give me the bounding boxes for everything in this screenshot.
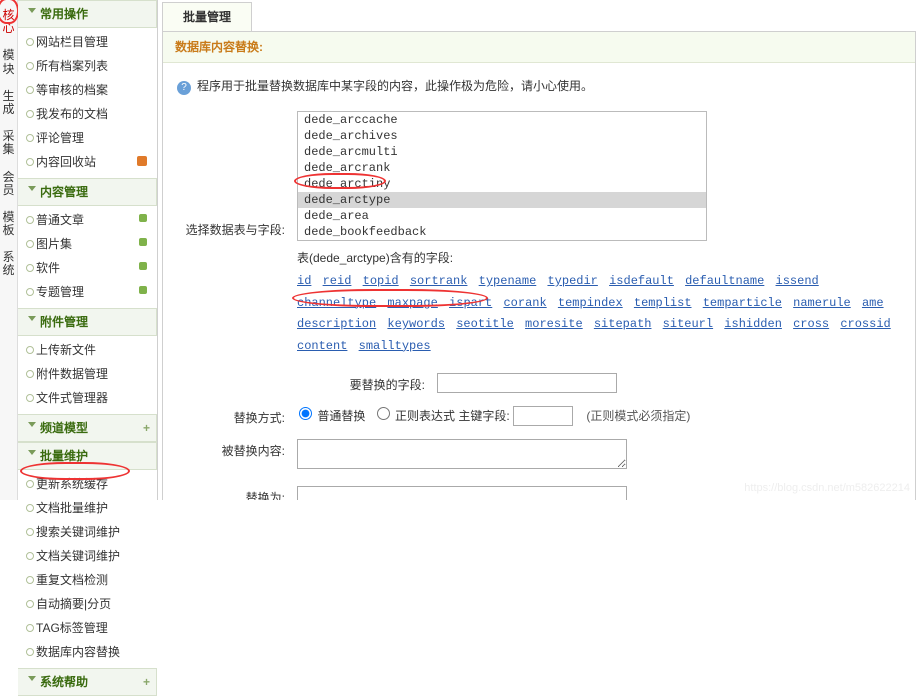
vmenu-generate[interactable]: 生成 [0,83,17,123]
field-link-sitepath[interactable]: sitepath [594,317,652,331]
nav-db-replace[interactable]: 数据库内容替换 [18,640,157,664]
label-from: 被替换内容: [177,439,297,460]
field-link-templist[interactable]: templist [634,296,692,310]
field-link-maxpage[interactable]: maxpage [387,296,437,310]
nav-all-archives[interactable]: 所有档案列表 [18,54,157,78]
nav-column-manage[interactable]: 网站栏目管理 [18,30,157,54]
from-input[interactable] [297,439,627,469]
field-link-keywords[interactable]: keywords [387,317,445,331]
fields-list: id reid topid sortrank typename typedir … [297,267,897,361]
field-link-issend[interactable]: issend [776,274,819,288]
label-table: 选择数据表与字段: [177,111,297,239]
field-link-description[interactable]: description [297,317,376,331]
label-mode: 替换方式: [177,406,297,427]
field-link-topid[interactable]: topid [363,274,399,288]
field-link-channeltype[interactable]: channeltype [297,296,376,310]
nav-topic[interactable]: 专题管理 [18,280,157,304]
panel-title: 数据库内容替换: [163,32,915,63]
field-link-sortrank[interactable]: sortrank [410,274,468,288]
field-link-crossid[interactable]: crossid [840,317,890,331]
fields-title: 表(dede_arctype)含有的字段: [297,241,901,267]
label-to: 替换为: [177,486,297,500]
vmenu-collect[interactable]: 采集 [0,123,17,163]
field-link-defaultname[interactable]: defaultname [685,274,764,288]
main-content: 批量管理 数据库内容替换: 程序用于批量替换数据库中某字段的内容，此操作极为危险… [158,0,920,500]
nav-tag[interactable]: TAG标签管理 [18,616,157,640]
nav-my-docs[interactable]: 我发布的文档 [18,102,157,126]
field-link-corank[interactable]: corank [503,296,546,310]
section-batch[interactable]: 批量维护 [18,442,157,470]
nav-file-manager[interactable]: 文件式管理器 [18,386,157,410]
vmenu-core[interactable]: 核心 [0,2,17,42]
field-link-id[interactable]: id [297,274,311,288]
section-attach[interactable]: 附件管理 [18,308,157,336]
field-link-namerule[interactable]: namerule [793,296,851,310]
field-link-cross[interactable]: cross [793,317,829,331]
mode-normal-label: 普通替换 [317,409,365,423]
watermark: https://blog.csdn.net/m582622214 [744,480,910,497]
field-link-content[interactable]: content [297,339,347,353]
field-link-moresite[interactable]: moresite [525,317,583,331]
table-listbox[interactable]: dede_arccache dede_archives dede_arcmult… [297,111,707,241]
field-link-seotitle[interactable]: seotitle [456,317,514,331]
section-help[interactable]: 系统帮助+ [18,668,157,696]
field-link-reid[interactable]: reid [323,274,352,288]
field-link-siteurl[interactable]: siteurl [663,317,713,331]
nav-auto-summary[interactable]: 自动摘要|分页 [18,592,157,616]
sidebar: 常用操作 网站栏目管理 所有档案列表 等审核的档案 我发布的文档 评论管理 内容… [18,0,158,500]
pk-input[interactable] [513,406,573,426]
nav-search-kw[interactable]: 搜索关键词维护 [18,520,157,544]
section-content[interactable]: 内容管理 [18,178,157,206]
label-field: 要替换的字段: [177,373,437,394]
vertical-menu: 核心 模块 生成 采集 会员 模板 系统 [0,0,18,500]
nav-article[interactable]: 普通文章 [18,208,157,232]
field-link-ishidden[interactable]: ishidden [724,317,782,331]
field-link-ispart[interactable]: ispart [449,296,492,310]
mode-regex-radio[interactable] [377,407,390,420]
vmenu-member[interactable]: 会员 [0,164,17,204]
mode-normal-radio[interactable] [299,407,312,420]
section-channel[interactable]: 频道模型+ [18,414,157,442]
field-link-isdefault[interactable]: isdefault [609,274,674,288]
field-link-tempindex[interactable]: tempindex [558,296,623,310]
vmenu-system[interactable]: 系统 [0,244,17,284]
field-link-ame[interactable]: ame [862,296,884,310]
nav-recycle[interactable]: 内容回收站 [18,150,157,174]
nav-doc-kw[interactable]: 文档关键词维护 [18,544,157,568]
mode-regex-label: 正则表达式 主键字段: [395,409,510,423]
field-link-temparticle[interactable]: temparticle [703,296,782,310]
nav-upload[interactable]: 上传新文件 [18,338,157,362]
vmenu-template[interactable]: 模板 [0,204,17,244]
to-input[interactable] [297,486,627,500]
nav-cache[interactable]: 更新系统缓存 [18,472,157,496]
field-link-typedir[interactable]: typedir [547,274,597,288]
mode-note: (正则模式必须指定) [586,409,690,423]
warning-note: 程序用于批量替换数据库中某字段的内容，此操作极为危险，请小心使用。 [177,73,901,105]
nav-software[interactable]: 软件 [18,256,157,280]
nav-comments[interactable]: 评论管理 [18,126,157,150]
nav-attach-data[interactable]: 附件数据管理 [18,362,157,386]
tab-batch[interactable]: 批量管理 [162,2,252,31]
field-link-typename[interactable]: typename [479,274,537,288]
nav-dup-check[interactable]: 重复文档检测 [18,568,157,592]
nav-images[interactable]: 图片集 [18,232,157,256]
vmenu-module[interactable]: 模块 [0,42,17,82]
field-input[interactable] [437,373,617,393]
section-common[interactable]: 常用操作 [18,0,157,28]
nav-pending[interactable]: 等审核的档案 [18,78,157,102]
field-link-smalltypes[interactable]: smalltypes [359,339,431,353]
